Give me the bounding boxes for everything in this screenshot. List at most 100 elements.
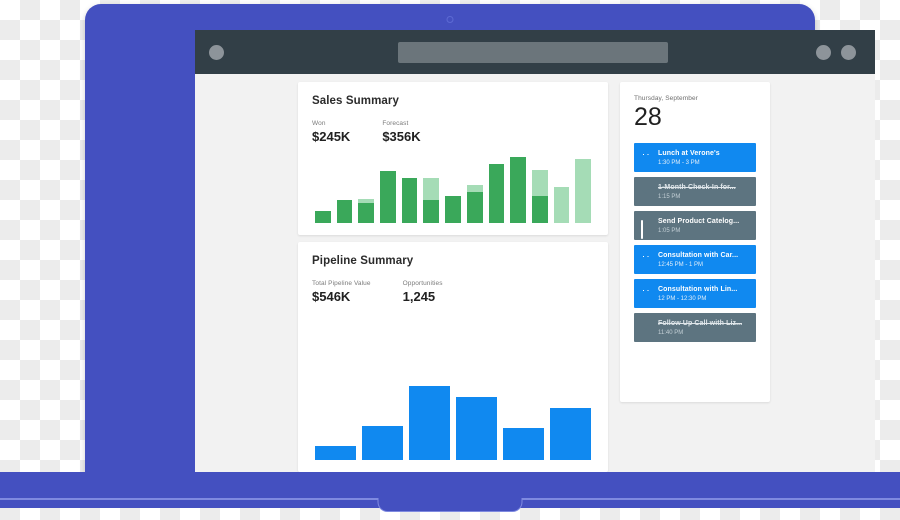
agenda-event-time: 1:05 PM <box>658 227 681 234</box>
chart-bar-segment <box>531 169 548 197</box>
sales-bar-chart <box>312 153 594 223</box>
laptop-base <box>0 472 900 512</box>
chart-bar-segment <box>423 199 440 223</box>
chart-bar-segment <box>510 156 526 223</box>
checkbox-empty-icon[interactable] <box>641 219 651 239</box>
chart-bar-segment <box>550 408 591 460</box>
agenda-event-item[interactable]: Consultation with Car... 12:45 PM - 1 PM <box>634 245 756 274</box>
chart-bar <box>466 153 483 223</box>
calendar-icon <box>641 153 651 163</box>
chart-bar-segment <box>409 386 450 460</box>
kpi-won: Won $245K <box>312 119 350 145</box>
agenda-event-title: Send Product Catelog... <box>658 217 740 225</box>
sales-summary-card: Sales Summary Won $245K Forecast $356K <box>298 82 608 235</box>
chart-bar-segment <box>488 164 505 223</box>
sales-summary-title: Sales Summary <box>312 95 399 107</box>
agenda-event-time: 1:15 PM <box>658 193 681 200</box>
agenda-event-text: Lunch at Verone's 1:30 PM - 3 PM <box>658 149 720 167</box>
window-control-left-icon[interactable] <box>209 45 224 60</box>
agenda-event-item[interactable]: 1-Month Check-In for... 1:15 PM <box>634 177 756 206</box>
kpi-opportunities-count: 1,245 <box>402 289 436 304</box>
webcam-icon <box>446 16 454 23</box>
checkbox-checked-icon[interactable] <box>641 323 651 333</box>
chart-bar <box>315 153 331 223</box>
chart-bar-segment <box>315 446 356 460</box>
chart-bar <box>510 153 526 223</box>
chart-bar <box>358 153 375 223</box>
kpi-won-label: Won <box>312 120 326 127</box>
dashboard-page: Sales Summary Won $245K Forecast $356K P… <box>195 74 875 474</box>
agenda-event-title: Lunch at Verone's <box>658 149 720 157</box>
chart-bar <box>503 384 544 460</box>
chart-bar-segment <box>401 178 418 223</box>
laptop-mockup: Sales Summary Won $245K Forecast $356K P… <box>0 0 900 520</box>
address-bar[interactable] <box>398 42 668 63</box>
kpi-pipeline-value-label: Total Pipeline Value <box>312 280 371 287</box>
chart-bar <box>488 153 505 223</box>
chart-bar <box>336 153 353 223</box>
chart-bar <box>315 384 356 460</box>
window-control-right-2-icon[interactable] <box>841 45 856 60</box>
kpi-opportunities-label: Opportunities <box>402 280 443 287</box>
agenda-event-title: Follow Up Call with Liz... <box>658 319 743 327</box>
agenda-event-title: Consultation with Lin... <box>658 285 738 293</box>
kpi-forecast: Forecast $356K <box>382 119 420 145</box>
kpi-pipeline-value-amount: $546K <box>312 289 351 304</box>
browser-window: Sales Summary Won $245K Forecast $356K P… <box>195 30 875 474</box>
agenda-event-item[interactable]: Follow Up Call with Liz... 11:40 PM <box>634 313 756 342</box>
agenda-event-list: Lunch at Verone's 1:30 PM - 3 PM 1-Month C… <box>634 143 756 342</box>
window-control-right-1-icon[interactable] <box>816 45 831 60</box>
chart-bar-segment <box>575 158 591 223</box>
chart-bar <box>575 153 591 223</box>
chart-bar-segment <box>380 171 396 223</box>
chart-bar-segment <box>445 196 461 223</box>
chart-bar-segment <box>503 428 544 460</box>
agenda-event-text: Follow Up Call with Liz... 11:40 PM <box>658 319 742 337</box>
chart-bar <box>456 384 497 460</box>
pipeline-kpi-group: Total Pipeline Value $546K Opportunities… <box>312 279 594 305</box>
chart-bar-segment <box>315 211 331 223</box>
chart-bar-segment <box>553 186 570 223</box>
pipeline-summary-card: Pipeline Summary Total Pipeline Value $5… <box>298 242 608 472</box>
agenda-event-item[interactable]: Send Product Catelog... 1:05 PM <box>634 211 756 240</box>
chart-bar <box>380 153 396 223</box>
agenda-event-text: Consultation with Car... 12:45 PM - 1 PM <box>658 251 738 269</box>
agenda-event-title: 1-Month Check-In for... <box>658 183 736 191</box>
sales-kpi-group: Won $245K Forecast $356K <box>312 119 594 145</box>
kpi-pipeline-value: Total Pipeline Value $546K <box>312 279 371 305</box>
chart-bar-segment <box>456 396 497 460</box>
chart-bar <box>550 384 591 460</box>
chart-bar-segment <box>423 178 440 200</box>
agenda-event-item[interactable]: Lunch at Verone's 1:30 PM - 3 PM <box>634 143 756 172</box>
agenda-event-time: 11:40 PM <box>658 329 684 336</box>
laptop-base-notch <box>377 498 523 512</box>
chart-bar-segment <box>466 191 483 223</box>
checkbox-checked-icon[interactable] <box>641 187 651 197</box>
chart-bar <box>531 153 548 223</box>
kpi-forecast-label: Forecast <box>382 120 409 127</box>
agenda-date: 28 <box>634 103 662 131</box>
agenda-event-time: 12:45 PM - 1 PM <box>658 261 704 268</box>
browser-chrome <box>195 30 875 74</box>
chart-bar-segment <box>531 196 548 223</box>
agenda-event-item[interactable]: Consultation with Lin... 12 PM - 12:30 PM <box>634 279 756 308</box>
chart-bar-segment <box>362 425 403 460</box>
calendar-icon <box>641 255 651 265</box>
kpi-opportunities: Opportunities 1,245 <box>403 279 443 305</box>
kpi-won-value: $245K <box>312 129 351 144</box>
agenda-event-text: Consultation with Lin... 12 PM - 12:30 PM <box>658 285 737 303</box>
chart-bar <box>445 153 461 223</box>
chart-bar <box>362 384 403 460</box>
agenda-event-title: Consultation with Car... <box>658 251 739 259</box>
agenda-event-time: 12 PM - 12:30 PM <box>658 295 707 302</box>
laptop-lid: Sales Summary Won $245K Forecast $356K P… <box>85 4 875 480</box>
agenda-day-label: Thursday, September <box>634 95 698 102</box>
kpi-forecast-value: $356K <box>382 129 421 144</box>
chart-bar <box>401 153 418 223</box>
chart-bar <box>553 153 570 223</box>
agenda-card: Thursday, September 28 Lunch at Verone's… <box>620 82 770 402</box>
agenda-event-text: 1-Month Check-In for... 1:15 PM <box>658 183 736 201</box>
chart-bar <box>409 384 450 460</box>
pipeline-bar-chart <box>312 384 594 460</box>
chart-bar-segment <box>336 199 353 223</box>
